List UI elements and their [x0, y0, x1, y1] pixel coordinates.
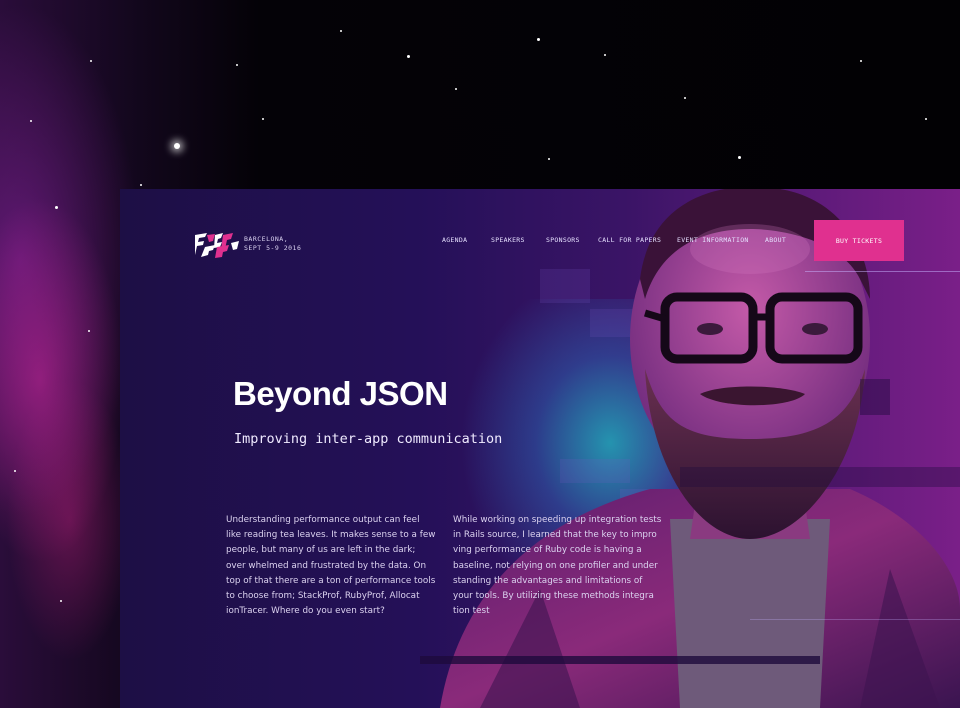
star: [604, 54, 606, 56]
star: [174, 143, 180, 149]
star: [88, 330, 90, 332]
fullstack-fest-logo: [195, 233, 239, 258]
nav-about[interactable]: ABOUT: [765, 236, 786, 244]
star: [860, 60, 862, 62]
speaker-portrait: [440, 189, 960, 708]
star: [55, 206, 58, 209]
glitch-bar: [860, 379, 890, 415]
event-location-dates: BARCELONA, SEPT 5-9 2016: [244, 235, 301, 253]
star: [548, 158, 550, 160]
talk-title: Beyond JSON: [233, 375, 448, 412]
star: [455, 88, 457, 90]
star: [30, 120, 32, 122]
divider-line: [750, 619, 960, 620]
description-column-1: Understanding performance output can fee…: [226, 515, 436, 617]
star: [738, 156, 741, 159]
nav-agenda[interactable]: AGENDA: [442, 236, 467, 244]
glitch-bar: [420, 656, 820, 664]
nav-sponsors[interactable]: SPONSORS: [546, 236, 580, 244]
divider-line: [805, 271, 960, 272]
hero-panel: BARCELONA, SEPT 5-9 2016 AGENDA SPEAKERS…: [120, 189, 960, 708]
star: [925, 118, 927, 120]
nav-event-information[interactable]: EVENT INFORMATION: [677, 236, 749, 244]
nav-call-for-papers[interactable]: CALL FOR PAPERS: [598, 236, 661, 244]
description-column-2: While working on speeding up integration…: [453, 515, 662, 617]
star: [60, 600, 62, 602]
star: [684, 97, 686, 99]
nav-speakers[interactable]: SPEAKERS: [491, 236, 525, 244]
glitch-bar: [680, 467, 960, 487]
star: [236, 64, 238, 66]
star: [340, 30, 342, 32]
buy-tickets-button[interactable]: BUY TICKETS: [814, 220, 904, 261]
event-city: BARCELONA,: [244, 235, 289, 243]
talk-subtitle: Improving inter-app communication: [234, 431, 503, 447]
star: [90, 60, 92, 62]
star: [407, 55, 410, 58]
star: [14, 470, 16, 472]
event-dates: SEPT 5-9 2016: [244, 244, 302, 252]
star: [262, 118, 264, 120]
star: [537, 38, 540, 41]
star: [140, 184, 142, 186]
